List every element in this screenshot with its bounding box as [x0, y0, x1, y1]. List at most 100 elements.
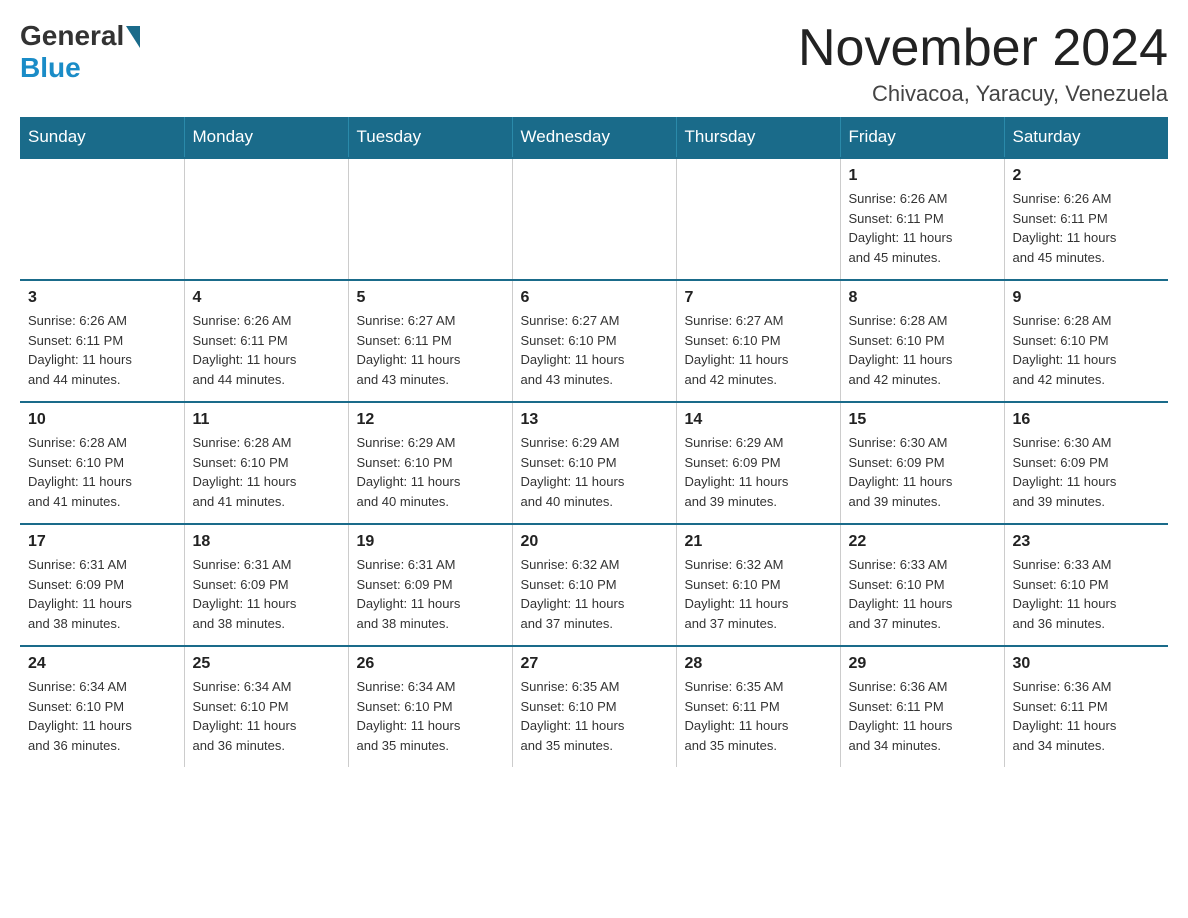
day-number: 27 [521, 655, 668, 673]
day-info: Sunrise: 6:26 AM Sunset: 6:11 PM Dayligh… [28, 311, 176, 389]
calendar-cell: 11 Sunrise: 6:28 AM Sunset: 6:10 PM Dayli… [184, 402, 348, 524]
logo-arrow-icon [126, 26, 140, 48]
day-number: 20 [521, 533, 668, 551]
day-info: Sunrise: 6:36 AM Sunset: 6:11 PM Dayligh… [849, 677, 996, 755]
calendar-cell [676, 158, 840, 280]
day-number: 18 [193, 533, 340, 551]
day-number: 15 [849, 411, 996, 429]
day-info: Sunrise: 6:26 AM Sunset: 6:11 PM Dayligh… [849, 189, 996, 267]
day-info: Sunrise: 6:34 AM Sunset: 6:10 PM Dayligh… [193, 677, 340, 755]
day-info: Sunrise: 6:26 AM Sunset: 6:11 PM Dayligh… [1013, 189, 1161, 267]
calendar-cell: 6 Sunrise: 6:27 AM Sunset: 6:10 PM Daylig… [512, 280, 676, 402]
day-number: 16 [1013, 411, 1161, 429]
day-number: 13 [521, 411, 668, 429]
day-number: 21 [685, 533, 832, 551]
day-number: 11 [193, 411, 340, 429]
day-info: Sunrise: 6:28 AM Sunset: 6:10 PM Dayligh… [849, 311, 996, 389]
day-number: 4 [193, 289, 340, 307]
calendar-cell: 5 Sunrise: 6:27 AM Sunset: 6:11 PM Daylig… [348, 280, 512, 402]
day-number: 1 [849, 167, 996, 185]
day-info: Sunrise: 6:29 AM Sunset: 6:10 PM Dayligh… [357, 433, 504, 511]
day-number: 17 [28, 533, 176, 551]
day-number: 26 [357, 655, 504, 673]
week-row-5: 24 Sunrise: 6:34 AM Sunset: 6:10 PM Dayli… [20, 646, 1168, 767]
calendar-cell: 30Sunrise: 6:36 AM Sunset: 6:11 PM Dayli… [1004, 646, 1168, 767]
calendar-cell: 21 Sunrise: 6:32 AM Sunset: 6:10 PM Dayli… [676, 524, 840, 646]
day-info: Sunrise: 6:29 AM Sunset: 6:09 PM Dayligh… [685, 433, 832, 511]
day-info: Sunrise: 6:28 AM Sunset: 6:10 PM Dayligh… [28, 433, 176, 511]
header-cell-wednesday: Wednesday [512, 117, 676, 158]
day-number: 22 [849, 533, 996, 551]
day-info: Sunrise: 6:31 AM Sunset: 6:09 PM Dayligh… [193, 555, 340, 633]
calendar-cell: 16Sunrise: 6:30 AM Sunset: 6:09 PM Dayli… [1004, 402, 1168, 524]
page-header: General Blue November 2024 Chivacoa, Yar… [20, 20, 1168, 107]
week-row-1: 1 Sunrise: 6:26 AM Sunset: 6:11 PM Daylig… [20, 158, 1168, 280]
day-info: Sunrise: 6:30 AM Sunset: 6:09 PM Dayligh… [849, 433, 996, 511]
calendar-cell [20, 158, 184, 280]
week-row-2: 3 Sunrise: 6:26 AM Sunset: 6:11 PM Daylig… [20, 280, 1168, 402]
header-cell-thursday: Thursday [676, 117, 840, 158]
day-number: 5 [357, 289, 504, 307]
day-number: 3 [28, 289, 176, 307]
calendar-cell: 4 Sunrise: 6:26 AM Sunset: 6:11 PM Daylig… [184, 280, 348, 402]
calendar-cell [512, 158, 676, 280]
calendar-cell: 10 Sunrise: 6:28 AM Sunset: 6:10 PM Dayli… [20, 402, 184, 524]
day-number: 9 [1013, 289, 1161, 307]
day-number: 7 [685, 289, 832, 307]
day-info: Sunrise: 6:28 AM Sunset: 6:10 PM Dayligh… [193, 433, 340, 511]
calendar-cell [348, 158, 512, 280]
week-row-3: 10 Sunrise: 6:28 AM Sunset: 6:10 PM Dayli… [20, 402, 1168, 524]
header-row: SundayMondayTuesdayWednesdayThursdayFrid… [20, 117, 1168, 158]
day-number: 2 [1013, 167, 1161, 185]
calendar-cell: 12 Sunrise: 6:29 AM Sunset: 6:10 PM Dayli… [348, 402, 512, 524]
day-info: Sunrise: 6:27 AM Sunset: 6:11 PM Dayligh… [357, 311, 504, 389]
calendar-cell: 9Sunrise: 6:28 AM Sunset: 6:10 PM Daylig… [1004, 280, 1168, 402]
calendar-cell [184, 158, 348, 280]
day-info: Sunrise: 6:34 AM Sunset: 6:10 PM Dayligh… [357, 677, 504, 755]
week-row-4: 17 Sunrise: 6:31 AM Sunset: 6:09 PM Dayli… [20, 524, 1168, 646]
header-cell-friday: Friday [840, 117, 1004, 158]
calendar-cell: 8 Sunrise: 6:28 AM Sunset: 6:10 PM Daylig… [840, 280, 1004, 402]
day-info: Sunrise: 6:32 AM Sunset: 6:10 PM Dayligh… [521, 555, 668, 633]
calendar-cell: 19Sunrise: 6:31 AM Sunset: 6:09 PM Dayli… [348, 524, 512, 646]
calendar-cell: 3 Sunrise: 6:26 AM Sunset: 6:11 PM Daylig… [20, 280, 184, 402]
calendar-cell: 24Sunrise: 6:34 AM Sunset: 6:10 PM Dayli… [20, 646, 184, 767]
day-info: Sunrise: 6:35 AM Sunset: 6:11 PM Dayligh… [685, 677, 832, 755]
calendar-header: SundayMondayTuesdayWednesdayThursdayFrid… [20, 117, 1168, 158]
header-cell-sunday: Sunday [20, 117, 184, 158]
day-info: Sunrise: 6:32 AM Sunset: 6:10 PM Dayligh… [685, 555, 832, 633]
day-info: Sunrise: 6:29 AM Sunset: 6:10 PM Dayligh… [521, 433, 668, 511]
location: Chivacoa, Yaracuy, Venezuela [798, 81, 1168, 107]
calendar-cell: 14Sunrise: 6:29 AM Sunset: 6:09 PM Dayli… [676, 402, 840, 524]
day-info: Sunrise: 6:26 AM Sunset: 6:11 PM Dayligh… [193, 311, 340, 389]
day-info: Sunrise: 6:27 AM Sunset: 6:10 PM Dayligh… [685, 311, 832, 389]
logo-general-text: General [20, 20, 124, 52]
calendar-cell: 23 Sunrise: 6:33 AM Sunset: 6:10 PM Dayli… [1004, 524, 1168, 646]
day-number: 8 [849, 289, 996, 307]
day-number: 6 [521, 289, 668, 307]
day-number: 10 [28, 411, 176, 429]
day-number: 24 [28, 655, 176, 673]
day-info: Sunrise: 6:33 AM Sunset: 6:10 PM Dayligh… [849, 555, 996, 633]
logo: General Blue [20, 20, 140, 84]
month-title: November 2024 [798, 20, 1168, 77]
day-number: 25 [193, 655, 340, 673]
calendar-cell: 29Sunrise: 6:36 AM Sunset: 6:11 PM Dayli… [840, 646, 1004, 767]
day-info: Sunrise: 6:31 AM Sunset: 6:09 PM Dayligh… [357, 555, 504, 633]
calendar-cell: 7 Sunrise: 6:27 AM Sunset: 6:10 PM Daylig… [676, 280, 840, 402]
day-number: 28 [685, 655, 832, 673]
calendar-body: 1 Sunrise: 6:26 AM Sunset: 6:11 PM Daylig… [20, 158, 1168, 767]
day-info: Sunrise: 6:27 AM Sunset: 6:10 PM Dayligh… [521, 311, 668, 389]
day-number: 12 [357, 411, 504, 429]
calendar-cell: 17Sunrise: 6:31 AM Sunset: 6:09 PM Dayli… [20, 524, 184, 646]
day-number: 23 [1013, 533, 1161, 551]
day-info: Sunrise: 6:33 AM Sunset: 6:10 PM Dayligh… [1013, 555, 1161, 633]
calendar-table: SundayMondayTuesdayWednesdayThursdayFrid… [20, 117, 1168, 767]
calendar-cell: 27Sunrise: 6:35 AM Sunset: 6:10 PM Dayli… [512, 646, 676, 767]
calendar-cell: 13 Sunrise: 6:29 AM Sunset: 6:10 PM Dayli… [512, 402, 676, 524]
logo-blue-text: Blue [20, 52, 81, 84]
day-info: Sunrise: 6:36 AM Sunset: 6:11 PM Dayligh… [1013, 677, 1161, 755]
calendar-cell: 1 Sunrise: 6:26 AM Sunset: 6:11 PM Daylig… [840, 158, 1004, 280]
calendar-cell: 22 Sunrise: 6:33 AM Sunset: 6:10 PM Dayli… [840, 524, 1004, 646]
title-section: November 2024 Chivacoa, Yaracuy, Venezue… [798, 20, 1168, 107]
